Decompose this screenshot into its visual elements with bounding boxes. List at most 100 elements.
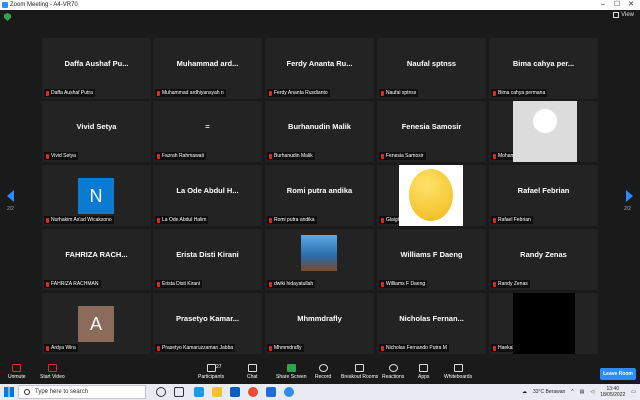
reactions-icon	[388, 364, 398, 372]
share-screen-button[interactable]: Share Screen	[276, 364, 307, 380]
participant-tile[interactable]: Mohammad Sanusi Ramz	[489, 101, 598, 162]
tray-chevron-icon[interactable]: ^	[571, 389, 573, 395]
participant-display-name: Randy Zenas	[520, 250, 567, 259]
minimize-icon[interactable]: –	[596, 0, 610, 10]
security-shield-icon[interactable]	[4, 13, 11, 21]
clock-date: 18/05/2022	[600, 392, 626, 398]
participant-tile[interactable]: Erista Disti Kirani Erista Disti Kirani	[153, 229, 262, 290]
whiteboards-button[interactable]: Whiteboards	[444, 364, 472, 380]
participant-tile[interactable]: Daffa Aushaf Pu... Daffa Aushaf Putra	[42, 38, 151, 99]
network-icon[interactable]: ▤	[580, 389, 585, 395]
share-screen-label: Share Screen	[276, 374, 307, 380]
participant-tile[interactable]: = Fazrah Rahmawati	[153, 101, 262, 162]
task-view-icon[interactable]	[174, 387, 184, 397]
participant-tile[interactable]: Muhammad ard... Muhammad ardhiyansyah n	[153, 38, 262, 99]
participant-name-label: Burhanudin Malik	[267, 152, 315, 160]
reactions-button[interactable]: Reactions	[382, 364, 404, 380]
record-button[interactable]: Record	[315, 364, 331, 380]
participant-tile[interactable]: Naufal sptnss Naufal sptnss	[377, 38, 486, 99]
windows-taskbar: Type here to search ☁ 33°C Berawan ^ ▤ ◁…	[0, 384, 640, 400]
chat-button[interactable]: Chat	[247, 364, 258, 380]
participant-tile[interactable]: Mhmmdrafly Mhmmdrafly	[265, 293, 374, 354]
chrome-icon[interactable]	[248, 387, 258, 397]
participant-display-name: Muhammad ard...	[176, 59, 239, 68]
cortana-icon[interactable]	[156, 387, 166, 397]
edge-icon[interactable]	[194, 387, 204, 397]
participant-tile[interactable]: Haekal	[489, 293, 598, 354]
system-tray: ☁ 33°C Berawan ^ ▤ ◁ 13:40 18/05/2022 ▭	[522, 386, 636, 398]
mic-muted-icon	[493, 90, 496, 96]
mic-muted-icon	[381, 217, 384, 223]
zoom-logo-icon	[2, 2, 8, 8]
notifications-icon[interactable]: ▭	[631, 389, 636, 395]
participant-tile[interactable]: Burhanudin Malik Burhanudin Malik	[265, 101, 374, 162]
participant-tile[interactable]: FAHRIZA RACH... FAHRIZA RACHMAN	[42, 229, 151, 290]
participant-tile[interactable]: dwiki hidayatullah	[265, 229, 374, 290]
next-page-arrow-icon[interactable]	[626, 190, 633, 202]
gallery-view: 2/2 2/2 Daffa Aushaf Pu... Daffa Aushaf P…	[0, 28, 640, 360]
view-button[interactable]: View	[613, 12, 634, 18]
participant-tile[interactable]: Bima cahya per... Bima cahya permana	[489, 38, 598, 99]
volume-icon[interactable]: ◁	[590, 389, 594, 395]
mic-muted-icon	[46, 281, 49, 287]
word-icon[interactable]	[266, 387, 276, 397]
mic-muted-icon	[157, 281, 160, 287]
participant-tile[interactable]: Rafael Febrian Rafael Febrian	[489, 165, 598, 226]
apps-button[interactable]: Apps	[418, 364, 429, 380]
windows-start-icon[interactable]	[4, 387, 14, 397]
view-label: View	[621, 12, 634, 18]
close-icon[interactable]: ✕	[624, 0, 638, 10]
mic-muted-icon	[381, 153, 384, 159]
mic-muted-icon	[157, 345, 160, 351]
taskbar-clock[interactable]: 13:40 18/05/2022	[600, 386, 625, 398]
participant-tile[interactable]: Fenesia Samosir Fenesia Samosir	[377, 101, 486, 162]
participant-display-name: Naufal sptnss	[406, 59, 457, 68]
breakout-rooms-button[interactable]: Breakout Rooms	[341, 364, 378, 380]
store-icon[interactable]	[230, 387, 240, 397]
participant-tile[interactable]: Glaighan Dipranta	[377, 165, 486, 226]
participant-label-text: Haekal	[498, 345, 514, 351]
participant-tile[interactable]: Nurhakim As'ad Wicaksono N	[42, 165, 151, 226]
participant-tile[interactable]: Romi putra andika Romi putra andika	[265, 165, 374, 226]
participant-tile[interactable]: Williams F Daeng Williams F Daeng	[377, 229, 486, 290]
participant-tile[interactable]: La Ode Abdul H... La Ode Abdul Halim	[153, 165, 262, 226]
zoom-taskbar-icon[interactable]	[284, 387, 294, 397]
participant-tile[interactable]: Vivid Setya Vivid Setya	[42, 101, 151, 162]
participant-name-label: Prasetyo Kamaruzzaman Jabba	[155, 344, 236, 352]
participant-tile[interactable]: Randy Zenas Randy Zenas	[489, 229, 598, 290]
participant-display-name: Ferdy Ananta Ru...	[286, 59, 353, 68]
participant-tile[interactable]: Nicholas Fernan... Nicholas Fernando Putr…	[377, 293, 486, 354]
participant-display-name: Prasetyo Kamar...	[176, 314, 239, 323]
unmute-button[interactable]: Unmute	[8, 364, 26, 380]
mic-muted-icon	[269, 90, 272, 96]
participants-label: Participants	[198, 374, 225, 380]
participant-label-text: dwiki hidayatullah	[274, 281, 314, 287]
participant-label-text: Naufal sptnss	[386, 90, 417, 96]
prev-page-arrow-icon[interactable]	[7, 190, 14, 202]
start-video-label: Start Video	[40, 374, 65, 380]
mic-muted-icon	[381, 345, 384, 351]
mic-muted-icon	[493, 217, 496, 223]
participant-name-label: FAHRIZA RACHMAN	[44, 280, 101, 288]
participant-display-name: =	[205, 122, 210, 131]
weather-text: 33°C Berawan	[532, 389, 566, 395]
taskbar-search-box[interactable]: Type here to search	[18, 385, 146, 399]
file-explorer-icon[interactable]	[212, 387, 222, 397]
start-video-button[interactable]: Start Video	[40, 364, 65, 380]
mic-muted-icon	[157, 153, 160, 159]
participant-tile[interactable]: Ferdy Ananta Ru... Ferdy Ananta Rusdianto	[265, 38, 374, 99]
leave-room-button[interactable]: Leave Room	[600, 368, 636, 380]
mic-muted-icon	[493, 345, 496, 351]
participant-name-label: Fazrah Rahmawati	[155, 152, 206, 160]
breakout-rooms-label: Breakout Rooms	[341, 374, 379, 380]
participant-name-label: Romi putra andika	[267, 216, 317, 224]
participant-tile[interactable]: Prasetyo Kamar... Prasetyo Kamaruzzaman J…	[153, 293, 262, 354]
page-indicator-left: 2/2	[7, 206, 14, 212]
avatar-initial: N	[78, 178, 114, 214]
participant-label-text: Mhmmdrafly	[274, 345, 302, 351]
maximize-icon[interactable]: ☐	[610, 0, 624, 10]
participant-name-label: Vivid Setya	[44, 152, 78, 160]
participant-tile[interactable]: Ardya Wira A	[42, 293, 151, 354]
participant-display-name: Burhanudin Malik	[288, 122, 351, 131]
record-label: Record	[315, 374, 332, 380]
